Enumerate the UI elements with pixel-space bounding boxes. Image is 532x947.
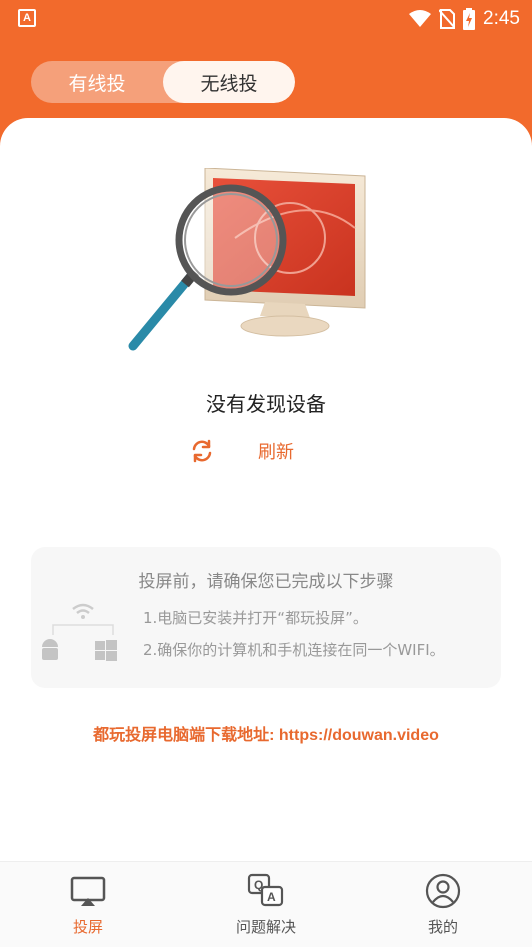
refresh-label: 刷新 [258,442,294,463]
status-bar: A 2:45 [0,0,532,38]
tab-wireless-cast[interactable]: 无线投 [163,61,295,103]
android-windows-wifi-icon [42,603,117,661]
instruction-step-1: 1.电脑已安装并打开“都玩投屏”。 [143,609,368,627]
main-card: 没有发现设备 刷新 投屏前，请确保您已完成以下步骤 1.电脑已安装并打开“都玩投… [0,118,532,947]
svg-text:A: A [267,890,276,904]
refresh-button[interactable]: 刷新 [188,437,294,465]
app-notification-icon: A [18,9,36,27]
nav-label-faq: 问题解决 [235,918,296,936]
profile-icon [425,873,461,909]
instructions-box: 投屏前，请确保您已完成以下步骤 1.电脑已安装并打开“都玩投屏”。 2.确保你的… [31,547,501,688]
download-link[interactable]: 都玩投屏电脑端下载地址: https://douwan.video [0,721,532,745]
nav-label-cast: 投屏 [72,918,103,936]
wifi-icon [409,10,432,27]
nav-label-me: 我的 [427,918,458,936]
search-device-illustration [128,168,366,351]
no-device-message: 没有发现设备 [206,392,326,416]
status-icons: 2:45 [409,6,520,32]
battery-charging-icon [463,8,476,30]
nav-item-me[interactable]: 我的 [383,862,503,947]
instructions-title: 投屏前，请确保您已完成以下步骤 [138,572,394,592]
refresh-icon [192,439,212,463]
status-time: 2:45 [483,8,520,29]
bottom-nav: 投屏 Q A 问题解决 我的 [0,861,532,947]
tab-wired-cast[interactable]: 有线投 [31,61,163,103]
nav-item-faq[interactable]: Q A 问题解决 [206,862,326,947]
qa-icon: Q A [247,873,284,907]
nav-item-cast[interactable]: 投屏 [28,862,148,947]
cast-mode-toggle: 有线投 无线投 [31,61,295,103]
instruction-step-2: 2.确保你的计算机和手机连接在同一个WIFI。 [143,641,445,659]
cast-icon [70,876,106,906]
no-sim-icon [439,9,456,29]
